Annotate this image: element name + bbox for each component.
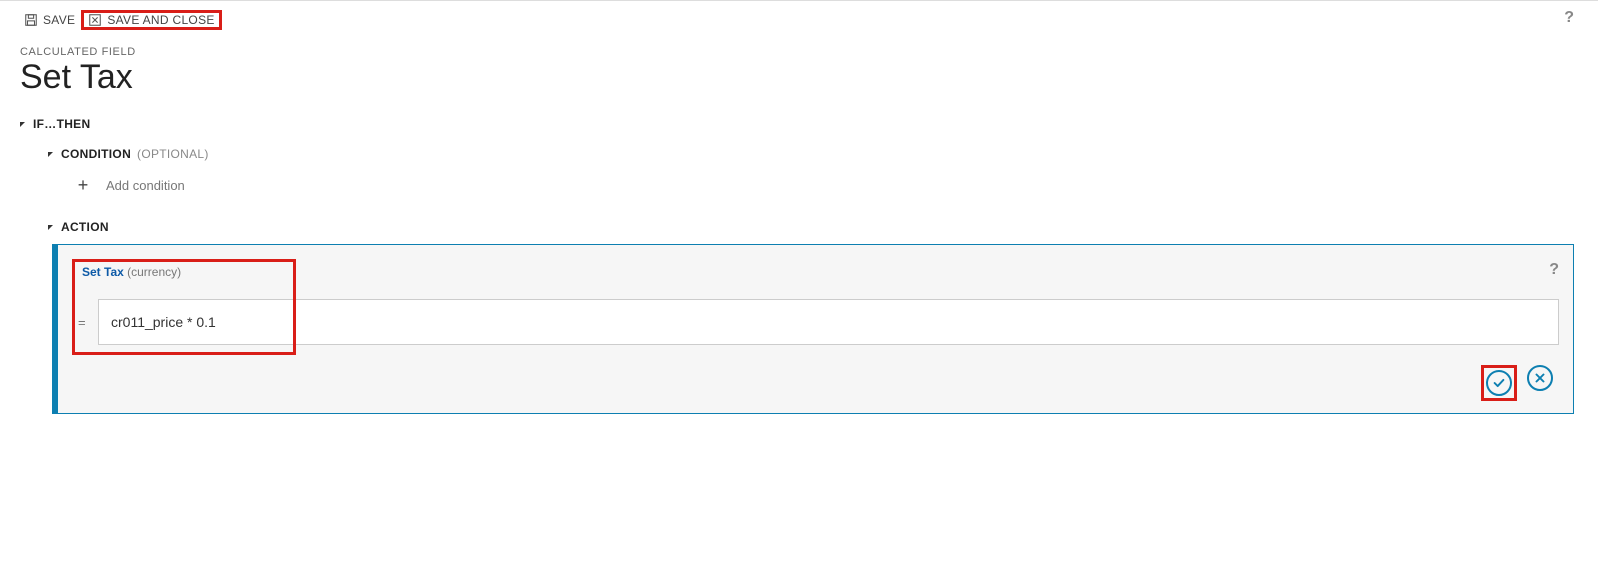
action-header[interactable]: ACTION — [48, 210, 1598, 240]
action-set-label: Set Tax — [82, 265, 124, 279]
action-panel: ? Set Tax (currency) = — [52, 244, 1574, 414]
ifthen-label: IF…THEN — [33, 117, 90, 131]
help-icon[interactable]: ? — [1549, 261, 1559, 279]
caret-icon — [20, 122, 25, 127]
action-label: ACTION — [61, 220, 109, 234]
cancel-button[interactable] — [1527, 365, 1553, 391]
add-condition-button[interactable]: + Add condition — [48, 167, 1598, 210]
help-icon[interactable]: ? — [1564, 9, 1574, 27]
condition-label: CONDITION — [61, 147, 131, 161]
formula-input[interactable] — [98, 299, 1559, 345]
save-button[interactable]: SAVE — [18, 11, 81, 29]
save-icon — [24, 13, 38, 27]
equals-icon: = — [78, 315, 88, 330]
caret-icon — [48, 225, 53, 230]
save-close-icon — [88, 13, 102, 27]
save-and-close-button[interactable]: SAVE AND CLOSE — [81, 10, 221, 30]
action-field-label: Set Tax (currency) — [72, 259, 1559, 299]
check-icon — [1492, 376, 1506, 390]
confirm-button[interactable] — [1486, 370, 1512, 396]
condition-header[interactable]: CONDITION (OPTIONAL) — [48, 137, 1598, 167]
ifthen-header[interactable]: IF…THEN — [20, 107, 1598, 137]
x-icon — [1533, 371, 1547, 385]
confirm-highlight — [1481, 365, 1517, 401]
condition-optional: (OPTIONAL) — [137, 147, 209, 161]
caret-icon — [48, 152, 53, 157]
save-close-label: SAVE AND CLOSE — [107, 13, 214, 27]
page-subtitle: CALCULATED FIELD — [0, 32, 1598, 58]
plus-icon: + — [76, 175, 90, 196]
toolbar: SAVE SAVE AND CLOSE ? — [0, 0, 1598, 32]
add-condition-label: Add condition — [106, 178, 185, 193]
action-set-type: (currency) — [127, 265, 181, 279]
save-label: SAVE — [43, 13, 75, 27]
page-title: Set Tax — [0, 58, 1598, 107]
